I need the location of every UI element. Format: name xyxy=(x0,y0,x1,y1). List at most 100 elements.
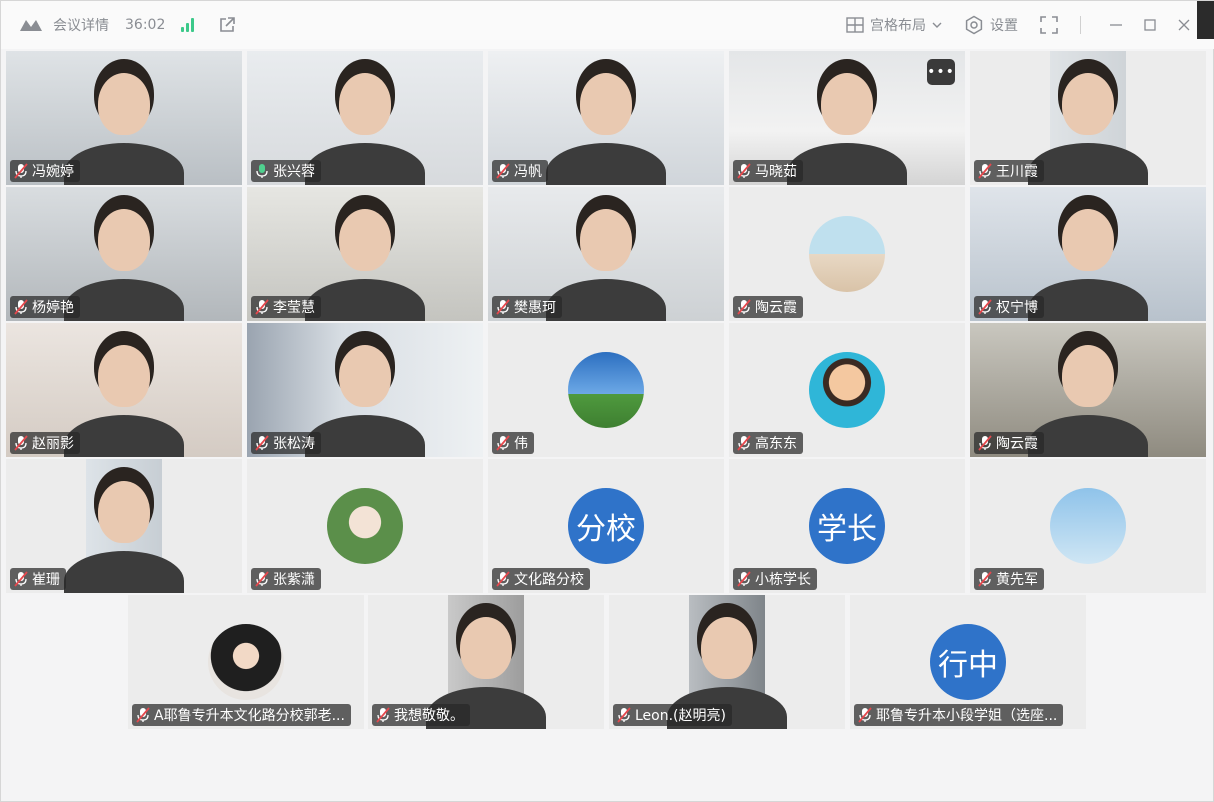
participant-tile[interactable]: 李莹慧 xyxy=(247,187,483,321)
participant-name: 李莹慧 xyxy=(273,300,315,316)
gear-icon xyxy=(965,15,983,35)
participant-silhouette xyxy=(98,345,150,407)
pop-out-icon[interactable] xyxy=(218,16,236,34)
mic-muted-icon xyxy=(737,163,751,179)
more-options-button[interactable]: ••• xyxy=(927,59,955,85)
participant-tile[interactable]: Leon.(赵明亮) xyxy=(609,595,845,729)
participant-name: 文化路分校 xyxy=(514,572,584,588)
layout-dropdown[interactable]: 宫格布局 xyxy=(846,15,942,35)
participant-tile[interactable]: 崔珊 xyxy=(6,459,242,593)
fullscreen-icon[interactable] xyxy=(1040,16,1058,34)
mic-muted-icon xyxy=(858,707,872,723)
mic-muted-icon xyxy=(496,299,510,315)
mic-active-icon xyxy=(256,164,268,178)
participant-name: 冯帆 xyxy=(514,164,542,180)
participant-nametag: 李莹慧 xyxy=(251,296,321,318)
title-bar: 会议详情 36:02 宫格布局 设置 xyxy=(1,1,1214,49)
participant-nametag: 伟 xyxy=(492,432,534,454)
participant-nametag: 马晓茹 xyxy=(733,160,803,182)
participant-name: 杨婷艳 xyxy=(32,300,74,316)
participant-tile[interactable]: 王川霞 xyxy=(970,51,1206,185)
profile-avatar xyxy=(809,352,885,428)
participant-tile[interactable]: ••• 马晓茹 xyxy=(729,51,965,185)
text-avatar: 分校 xyxy=(568,488,644,564)
participant-nametag: 黄先军 xyxy=(974,568,1044,590)
text-avatar: 学长 xyxy=(809,488,885,564)
participant-name: 张松涛 xyxy=(273,436,315,452)
mic-muted-icon xyxy=(255,571,269,587)
participant-name: 我想敬敬。 xyxy=(394,708,464,724)
minimize-button[interactable] xyxy=(1099,8,1133,42)
mic-muted-icon xyxy=(978,435,992,451)
participant-tile[interactable]: A耶鲁专升本文化路分校郭老... xyxy=(128,595,364,729)
participant-tile[interactable]: 张紫潇 xyxy=(247,459,483,593)
participant-name: 樊惠珂 xyxy=(514,300,556,316)
mic-muted-icon xyxy=(376,707,390,723)
participant-tile[interactable]: 高东东 xyxy=(729,323,965,457)
participant-nametag: 张兴蓉 xyxy=(251,160,321,182)
title-bar-divider xyxy=(1080,16,1081,34)
layout-label: 宫格布局 xyxy=(870,18,926,34)
meeting-window: 会议详情 36:02 宫格布局 设置 冯婉婷 张兴蓉 冯帆 ••• 马晓茹 王川… xyxy=(0,0,1214,802)
participant-nametag: 高东东 xyxy=(733,432,803,454)
participant-tile[interactable]: 樊惠珂 xyxy=(488,187,724,321)
participant-tile[interactable]: 张兴蓉 xyxy=(247,51,483,185)
participant-tile[interactable]: 权宁博 xyxy=(970,187,1206,321)
participant-tile[interactable]: 赵丽影 xyxy=(6,323,242,457)
participant-tile[interactable]: 张松涛 xyxy=(247,323,483,457)
participant-tile[interactable]: 陶云霞 xyxy=(970,323,1206,457)
participant-name: 张紫潇 xyxy=(273,572,315,588)
mic-muted-icon xyxy=(255,435,269,451)
participant-name: 小栋学长 xyxy=(755,572,811,588)
settings-button[interactable]: 设置 xyxy=(964,15,1018,35)
profile-avatar xyxy=(208,624,284,700)
participant-tile[interactable]: 学长小栋学长 xyxy=(729,459,965,593)
participant-nametag: 耶鲁专升本小段学姐（选座... xyxy=(854,704,1064,726)
participant-name: 陶云霞 xyxy=(755,300,797,316)
participant-silhouette xyxy=(339,73,391,135)
participant-tile[interactable]: 冯婉婷 xyxy=(6,51,242,185)
participant-tile[interactable]: 黄先军 xyxy=(970,459,1206,593)
participant-nametag: 冯帆 xyxy=(492,160,548,182)
network-signal-icon[interactable] xyxy=(181,18,195,32)
participant-silhouette xyxy=(339,209,391,271)
profile-avatar xyxy=(809,216,885,292)
participant-tile[interactable]: 陶云霞 xyxy=(729,187,965,321)
close-button[interactable] xyxy=(1167,8,1201,42)
mic-muted-icon xyxy=(978,163,992,179)
chevron-down-icon xyxy=(932,22,942,28)
meeting-details-button[interactable]: 会议详情 xyxy=(53,15,109,35)
mic-muted-icon xyxy=(255,299,269,315)
participant-tile[interactable]: 杨婷艳 xyxy=(6,187,242,321)
mic-muted-icon xyxy=(136,707,150,723)
participant-silhouette xyxy=(821,73,873,135)
participant-silhouette xyxy=(1062,209,1114,271)
mic-muted-icon xyxy=(737,435,751,451)
participant-silhouette xyxy=(701,617,753,679)
participant-nametag: 赵丽影 xyxy=(10,432,80,454)
participant-nametag: 王川霞 xyxy=(974,160,1044,182)
participant-nametag: 小栋学长 xyxy=(733,568,817,590)
participant-tile[interactable]: 冯帆 xyxy=(488,51,724,185)
maximize-button[interactable] xyxy=(1133,8,1167,42)
participant-silhouette xyxy=(98,209,150,271)
participant-nametag: 张紫潇 xyxy=(251,568,321,590)
participant-silhouette xyxy=(460,617,512,679)
mic-muted-icon xyxy=(978,571,992,587)
participant-tile[interactable]: 我想敬敬。 xyxy=(368,595,604,729)
profile-avatar xyxy=(1050,488,1126,564)
participant-name: 王川霞 xyxy=(996,164,1038,180)
participant-name: 冯婉婷 xyxy=(32,164,74,180)
participant-tile[interactable]: 伟 xyxy=(488,323,724,457)
mic-muted-icon xyxy=(737,299,751,315)
participant-nametag: 陶云霞 xyxy=(733,296,803,318)
participant-name: 张兴蓉 xyxy=(273,164,315,180)
participant-tile[interactable]: 行中 耶鲁专升本小段学姐（选座... xyxy=(850,595,1086,729)
participant-silhouette xyxy=(580,209,632,271)
participant-tile[interactable]: 分校文化路分校 xyxy=(488,459,724,593)
mic-muted-icon xyxy=(14,435,28,451)
participant-nametag: 权宁博 xyxy=(974,296,1044,318)
profile-avatar xyxy=(568,352,644,428)
participant-nametag: 张松涛 xyxy=(251,432,321,454)
self-view-thumbnail[interactable] xyxy=(1197,1,1214,39)
